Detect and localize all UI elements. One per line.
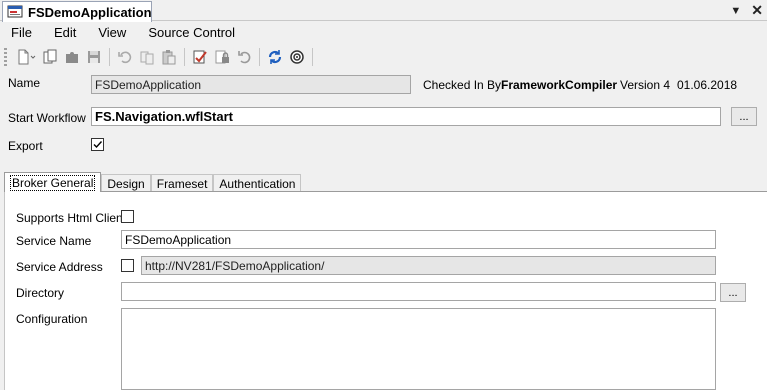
tab-label: Frameset [156, 176, 208, 191]
toolbar-separator [109, 48, 110, 66]
copy-icon[interactable] [136, 46, 158, 68]
start-workflow-browse-button[interactable]: ... [731, 107, 757, 126]
revert-icon[interactable] [233, 46, 255, 68]
lock-icon[interactable] [211, 46, 233, 68]
name-field[interactable]: FSDemoApplication [91, 75, 411, 94]
refresh-icon[interactable] [264, 46, 286, 68]
export-checkbox[interactable] [91, 138, 104, 151]
menu-edit[interactable]: Edit [51, 25, 79, 40]
copy-document-icon[interactable] [39, 46, 61, 68]
configuration-label: Configuration [16, 312, 88, 326]
service-address-label: Service Address [16, 260, 103, 274]
toolbar-separator [312, 48, 313, 66]
tab-authentication[interactable]: Authentication [213, 174, 302, 192]
service-name-label: Service Name [16, 234, 92, 248]
menu-source-control[interactable]: Source Control [145, 25, 238, 40]
checkmark-icon [93, 141, 103, 149]
close-document-icon[interactable]: ✕ [751, 2, 763, 19]
tab-label: Broker General [10, 174, 96, 191]
toolbar-separator [259, 48, 260, 66]
tab-label: Authentication [219, 176, 296, 191]
version-label: Version 4 [620, 78, 671, 92]
tab-design[interactable]: Design [101, 174, 151, 192]
toolbar-separator [184, 48, 185, 66]
start-workflow-label: Start Workflow [8, 111, 86, 125]
document-tab-title: FSDemoApplication [28, 4, 152, 20]
save-icon[interactable] [83, 46, 105, 68]
configuration-textarea[interactable] [121, 308, 716, 390]
start-workflow-field[interactable]: FS.Navigation.wflStart [91, 107, 721, 126]
export-label: Export [8, 139, 43, 153]
tab-list-dropdown-icon[interactable]: ▼ [730, 5, 741, 17]
name-label: Name [8, 76, 41, 90]
menu-file[interactable]: File [8, 25, 35, 40]
checked-in-date: 01.06.2018 [677, 78, 738, 92]
service-name-field[interactable]: FSDemoApplication [121, 230, 716, 249]
tab-frameset[interactable]: Frameset [150, 174, 214, 192]
document-tab-strip: FSDemoApplication ▼ ✕ [0, 0, 767, 22]
service-address-checkbox[interactable] [121, 259, 134, 272]
application-icon [7, 5, 23, 19]
directory-label: Directory [16, 286, 65, 300]
supports-html-client-checkbox[interactable] [121, 210, 134, 223]
tab-broker-general[interactable]: Broker General [4, 172, 102, 192]
document-tab[interactable]: FSDemoApplication [2, 1, 152, 22]
puzzle-icon[interactable] [61, 46, 83, 68]
supports-html-client-label: Supports Html Client [16, 211, 127, 225]
toolbar [0, 44, 767, 70]
settings-icon[interactable] [286, 46, 308, 68]
service-address-field[interactable]: http://NV281/FSDemoApplication/ [141, 256, 716, 275]
tab-bar: Broker General Design Frameset Authentic… [4, 172, 302, 192]
directory-browse-button[interactable]: ... [720, 283, 746, 302]
toolbar-grip[interactable] [4, 48, 7, 66]
check-in-icon[interactable] [189, 46, 211, 68]
checked-in-by-value: FrameworkCompiler [501, 78, 618, 92]
directory-field[interactable] [121, 282, 716, 301]
paste-icon[interactable] [158, 46, 180, 68]
undo-icon[interactable] [114, 46, 136, 68]
checked-in-by-label: Checked In By [423, 78, 502, 92]
menu-bar: File Edit View Source Control [0, 22, 767, 42]
tab-label: Design [107, 176, 145, 191]
menu-view[interactable]: View [95, 25, 129, 40]
new-document-icon[interactable] [13, 46, 39, 68]
